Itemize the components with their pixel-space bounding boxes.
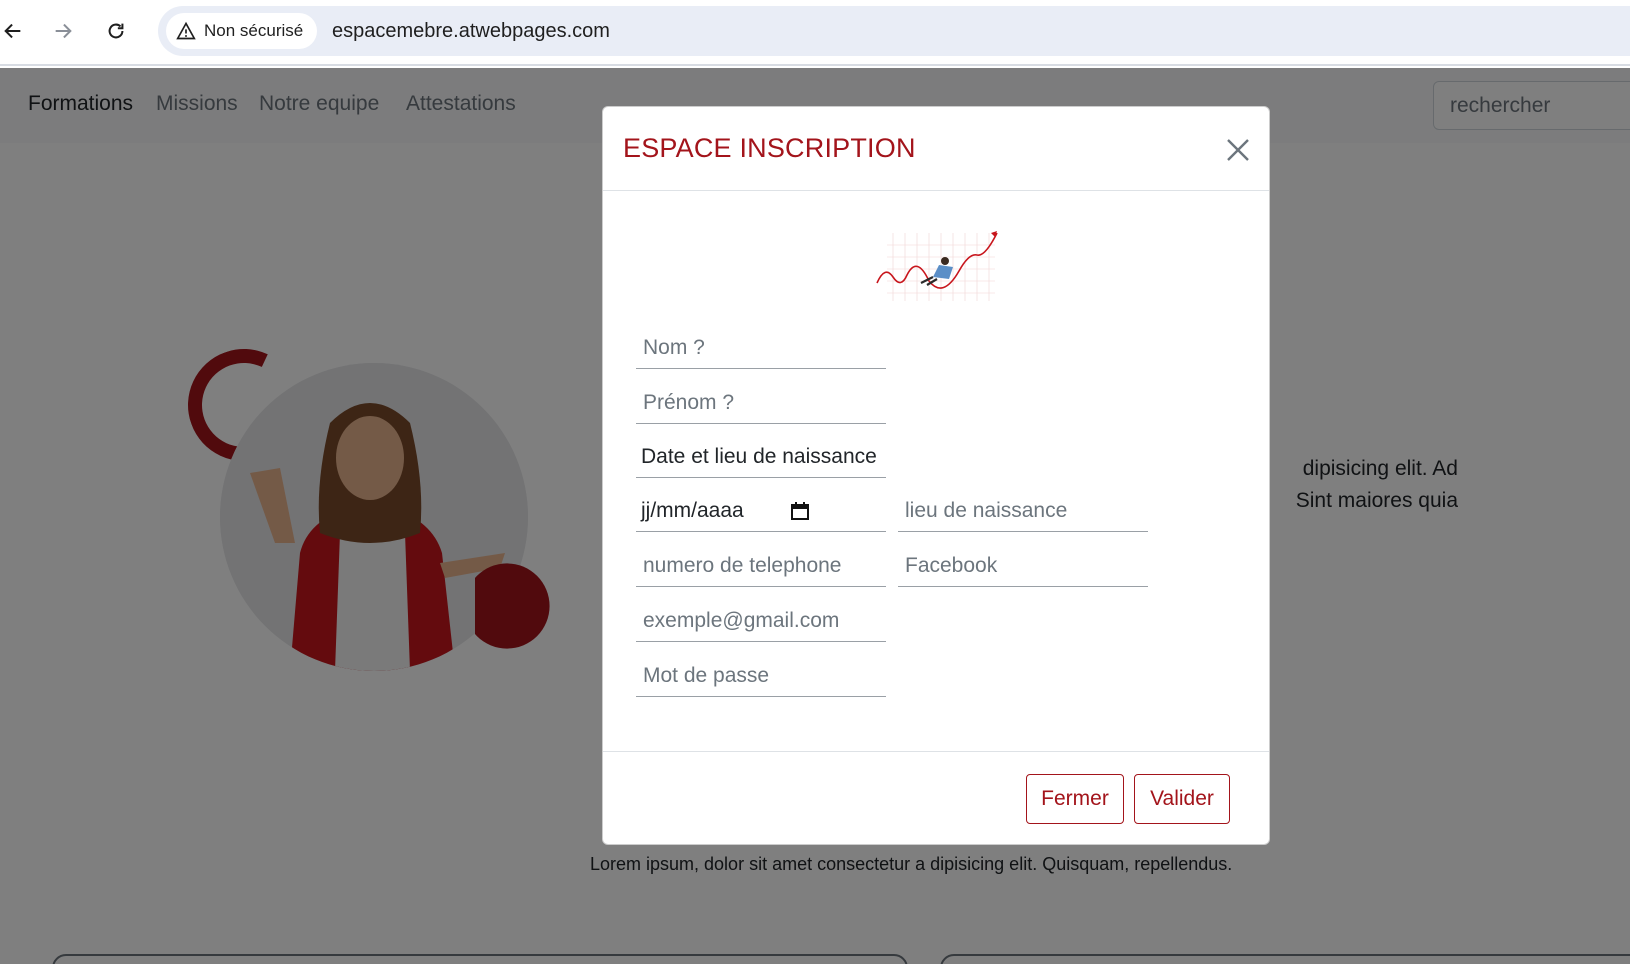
modal-header: ESPACE INSCRIPTION bbox=[603, 107, 1269, 191]
forward-button[interactable] bbox=[46, 14, 80, 48]
close-button[interactable]: Fermer bbox=[1026, 774, 1124, 824]
date-of-birth-input[interactable]: jj/mm/aaaa bbox=[636, 492, 886, 532]
date-lieu-label: Date et lieu de naissance bbox=[636, 438, 886, 478]
modal-footer: Fermer Valider bbox=[603, 751, 1269, 846]
submit-button[interactable]: Valider bbox=[1134, 774, 1230, 824]
telephone-input[interactable]: numero de telephone bbox=[636, 547, 886, 587]
reload-icon bbox=[108, 23, 124, 39]
warning-icon bbox=[176, 21, 196, 40]
nom-input[interactable]: Nom ? bbox=[636, 329, 886, 369]
email-input[interactable]: exemple@gmail.com bbox=[636, 602, 886, 642]
back-button[interactable] bbox=[0, 14, 30, 48]
facebook-input[interactable]: Facebook bbox=[898, 547, 1148, 587]
close-icon[interactable] bbox=[1223, 135, 1253, 165]
growth-chart-illustration bbox=[876, 231, 998, 301]
registration-modal: ESPACE INSCRIPTION Nom ? Prénom ? Date e… bbox=[602, 106, 1270, 845]
forward-arrow-icon bbox=[55, 23, 72, 39]
browser-toolbar: Non sécurisé espacemebre.atwebpages.com bbox=[0, 0, 1630, 66]
url-text[interactable]: espacemebre.atwebpages.com bbox=[332, 6, 610, 56]
calendar-icon[interactable] bbox=[790, 501, 810, 521]
date-placeholder: jj/mm/aaaa bbox=[641, 499, 744, 522]
reload-button[interactable] bbox=[99, 14, 133, 48]
modal-title: ESPACE INSCRIPTION bbox=[623, 133, 916, 163]
prenom-input[interactable]: Prénom ? bbox=[636, 384, 886, 424]
address-bar[interactable]: Non sécurisé espacemebre.atwebpages.com bbox=[158, 6, 1630, 56]
security-chip[interactable]: Non sécurisé bbox=[166, 13, 318, 49]
password-input[interactable]: Mot de passe bbox=[636, 657, 886, 697]
birthplace-input[interactable]: lieu de naissance bbox=[898, 492, 1148, 532]
back-arrow-icon bbox=[4, 23, 21, 39]
security-label: Non sécurisé bbox=[204, 21, 304, 40]
